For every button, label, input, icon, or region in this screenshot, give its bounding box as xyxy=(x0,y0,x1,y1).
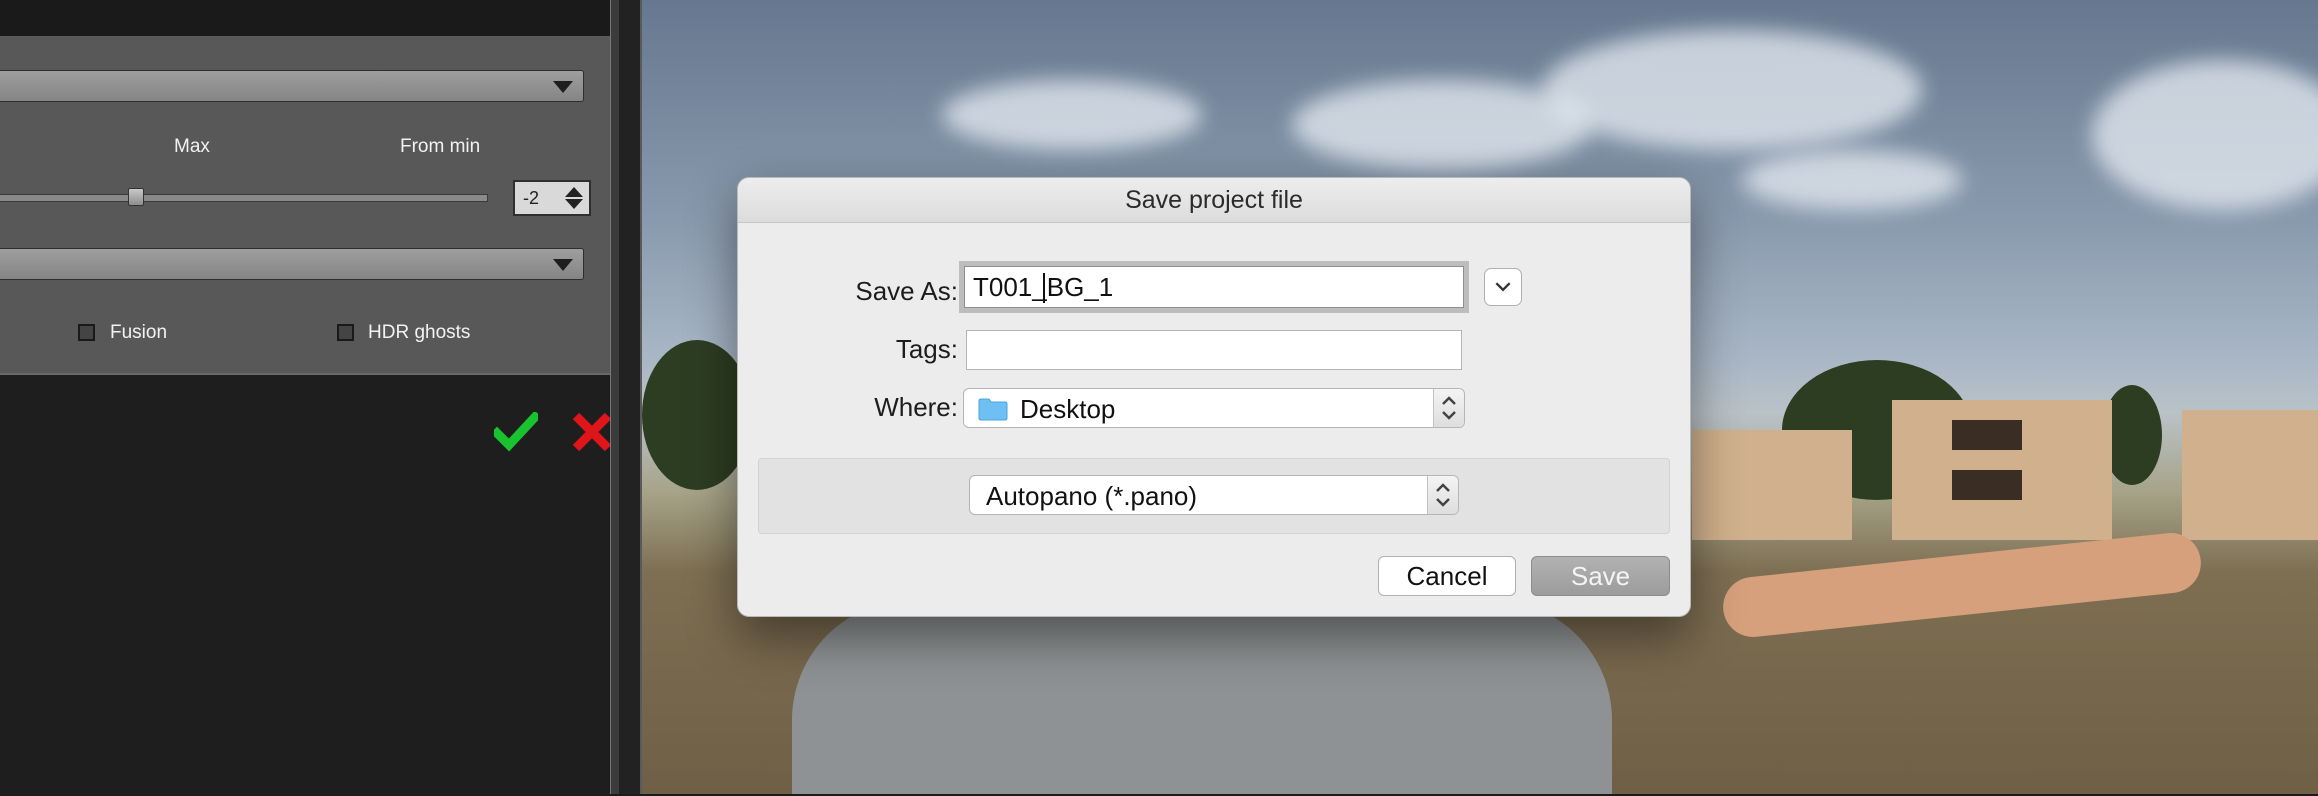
level-slider-track[interactable] xyxy=(0,194,488,202)
save-as-input[interactable]: T001_BG_1 xyxy=(964,266,1464,308)
where-stepper[interactable] xyxy=(1433,389,1464,427)
from-min-spinbox[interactable]: -2 xyxy=(513,180,591,216)
updown-arrows-icon xyxy=(1436,483,1450,507)
mode-dropdown[interactable] xyxy=(0,70,584,102)
where-popup[interactable]: Desktop xyxy=(963,388,1465,428)
from-min-label: From min xyxy=(400,136,481,157)
dropdown-arrow-icon xyxy=(553,259,573,271)
level-slider-thumb[interactable] xyxy=(128,188,144,206)
fusion-label: Fusion xyxy=(110,322,168,343)
chevron-down-icon xyxy=(1495,282,1511,292)
max-label: Max xyxy=(174,136,210,157)
panel-splitter[interactable] xyxy=(610,0,619,794)
hdr-ghosts-label: HDR ghosts xyxy=(368,322,471,343)
file-format-value: Autopano (*.pano) xyxy=(986,481,1198,511)
where-label: Where: xyxy=(874,392,958,422)
save-button[interactable]: Save xyxy=(1531,556,1670,596)
file-format-popup[interactable]: Autopano (*.pano) xyxy=(969,475,1459,515)
panel-header-bar xyxy=(0,0,610,38)
tags-input[interactable] xyxy=(966,330,1462,370)
format-stepper[interactable] xyxy=(1427,476,1458,514)
blend-dropdown[interactable] xyxy=(0,248,584,280)
settings-panel: Max From min -2 Fusion HDR ghosts xyxy=(0,0,642,796)
tags-label: Tags: xyxy=(895,334,958,364)
expand-dialog-button[interactable] xyxy=(1484,268,1522,306)
cancel-button[interactable]: Cancel xyxy=(1378,556,1516,596)
panel-gutter xyxy=(619,0,642,794)
text-caret xyxy=(1043,273,1045,303)
save-as-label: Save As: xyxy=(855,276,958,306)
fusion-checkbox[interactable] xyxy=(78,324,95,341)
folder-icon xyxy=(978,398,1008,421)
dropdown-arrow-icon xyxy=(553,81,573,93)
updown-arrows-icon xyxy=(1442,396,1456,420)
spinbox-value: -2 xyxy=(523,188,540,208)
accept-check-icon[interactable] xyxy=(494,412,538,452)
reject-x-icon[interactable] xyxy=(570,410,614,454)
hdr-ghosts-checkbox[interactable] xyxy=(337,324,354,341)
spin-up-icon[interactable] xyxy=(565,187,583,197)
spin-down-icon[interactable] xyxy=(565,199,583,209)
dialog-title: Save project file xyxy=(738,178,1690,223)
panel-settings-section: Max From min -2 Fusion HDR ghosts xyxy=(0,38,610,373)
save-dialog: Save project file Save As: T001_BG_1 Tag… xyxy=(737,177,1691,617)
where-value: Desktop xyxy=(1020,394,1116,424)
